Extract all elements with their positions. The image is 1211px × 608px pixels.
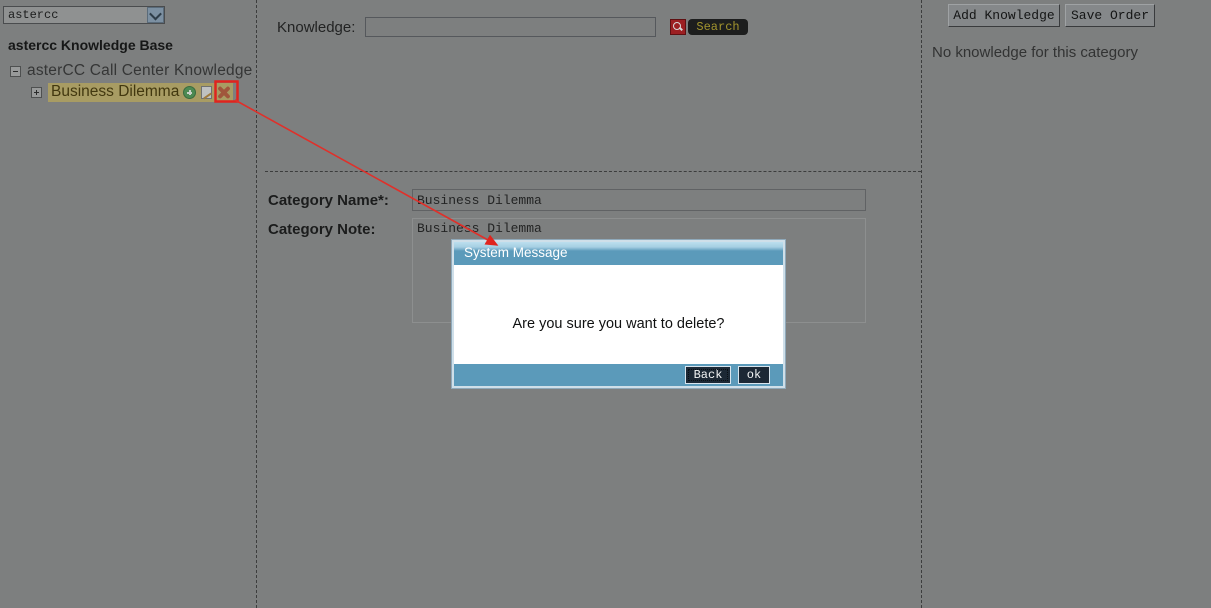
divider-form-top [265,171,921,172]
tree-node-business-dilemma[interactable]: Business Dilemma [31,83,233,102]
no-knowledge-message: No knowledge for this category [932,44,1138,61]
chevron-down-icon[interactable] [147,7,164,23]
company-select-value: astercc [4,8,147,22]
edit-category-icon[interactable] [199,85,213,99]
tree-node-root[interactable]: asterCC Call Center Knowledge [10,62,253,80]
knowledge-search-input[interactable] [365,17,656,37]
dialog-title: System Message [454,242,783,265]
dialog-body: Are you sure you want to delete? [454,265,783,364]
knowledge-search-bar: Knowledge: Search [277,17,748,37]
selected-category[interactable]: Business Dilemma [48,83,233,102]
knowledge-base-title: astercc Knowledge Base [8,37,173,53]
tree-child-label[interactable]: Business Dilemma [51,83,179,101]
save-order-button[interactable]: Save Order [1065,4,1155,27]
search-button-label[interactable]: Search [688,19,747,35]
add-knowledge-button[interactable]: Add Knowledge [948,4,1060,27]
search-icon[interactable] [670,19,686,35]
add-category-icon[interactable] [182,85,196,99]
delete-category-icon[interactable] [216,85,230,99]
page: { "left_panel": { "combobox": { "value":… [0,0,1211,608]
knowledge-search-label: Knowledge: [277,19,355,36]
collapse-icon[interactable] [10,66,21,77]
category-note-label: Category Note: [268,221,376,238]
divider-right [921,0,922,608]
company-select[interactable]: astercc [3,6,165,24]
category-name-input[interactable] [412,189,866,211]
expand-icon[interactable] [31,87,42,98]
ok-button[interactable]: ok [738,366,770,384]
back-button[interactable]: Back [685,366,731,384]
dialog-footer: Back ok [454,364,783,386]
system-message-dialog: System Message Are you sure you want to … [452,240,785,388]
dialog-message: Are you sure you want to delete? [513,298,725,332]
tree-root-label[interactable]: asterCC Call Center Knowledge [27,62,253,80]
category-name-label: Category Name*: [268,192,389,209]
category-tree-panel: astercc astercc Knowledge Base asterCC C… [0,0,257,608]
divider-left [256,0,257,608]
search-button[interactable]: Search [670,19,747,35]
